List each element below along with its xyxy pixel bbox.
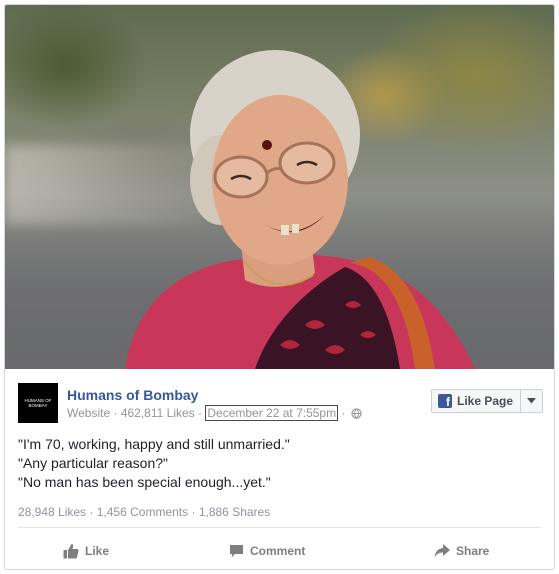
facebook-post-card: HUMANS OF BOMBAY Humans of Bombay Websit… bbox=[4, 4, 555, 570]
post-text-line: "I'm 70, working, happy and still unmarr… bbox=[18, 436, 290, 452]
post-text-line: "Any particular reason?" bbox=[18, 455, 169, 471]
post-photo[interactable] bbox=[5, 5, 554, 369]
comment-button-label: Comment bbox=[250, 544, 306, 558]
post-meta: Website · 462,811 Likes · December 22 at… bbox=[67, 405, 362, 422]
post-header: HUMANS OF BOMBAY Humans of Bombay Websit… bbox=[5, 369, 554, 429]
comment-button[interactable]: Comment bbox=[229, 538, 305, 564]
stats-separator: · bbox=[89, 505, 94, 519]
chevron-down-icon bbox=[527, 398, 536, 404]
page-category: Website bbox=[67, 406, 111, 420]
share-button-label: Share bbox=[456, 544, 490, 558]
meta-separator: · bbox=[113, 406, 118, 420]
like-page-button[interactable]: f Like Page bbox=[432, 390, 520, 412]
post-stats: 28,948 Likes · 1,456 Comments · 1,886 Sh… bbox=[18, 505, 270, 519]
woman-portrait-illustration bbox=[125, 50, 475, 369]
share-count-link[interactable]: 1,886 Shares bbox=[199, 505, 270, 519]
divider bbox=[18, 527, 541, 528]
page-likes-count: 462,811 Likes bbox=[120, 406, 195, 420]
like-button-label: Like bbox=[85, 544, 110, 558]
meta-separator: · bbox=[341, 406, 346, 420]
facebook-logo-icon: f bbox=[438, 394, 452, 408]
post-message: "I'm 70, working, happy and still unmarr… bbox=[18, 435, 538, 492]
share-arrow-icon bbox=[434, 544, 450, 558]
post-action-bar: Like Comment Share bbox=[5, 535, 554, 567]
reaction-count-link[interactable]: 28,948 Likes bbox=[18, 505, 86, 519]
meta-separator: · bbox=[198, 406, 203, 420]
post-text-line: "No man has been special enough...yet." bbox=[18, 474, 271, 490]
page-avatar[interactable]: HUMANS OF BOMBAY bbox=[18, 383, 58, 423]
globe-icon bbox=[351, 408, 362, 422]
thumbs-up-icon bbox=[63, 544, 79, 559]
like-page-button-group: f Like Page bbox=[431, 389, 543, 413]
like-page-dropdown-button[interactable] bbox=[520, 390, 542, 412]
share-button[interactable]: Share bbox=[434, 538, 489, 564]
like-page-label: Like Page bbox=[457, 394, 514, 408]
stats-separator: · bbox=[191, 505, 196, 519]
comment-count-link[interactable]: 1,456 Comments bbox=[97, 505, 188, 519]
page-name-link[interactable]: Humans of Bombay bbox=[67, 387, 198, 403]
avatar-text: HUMANS OF BOMBAY bbox=[24, 398, 52, 408]
like-button[interactable]: Like bbox=[63, 538, 109, 564]
comment-icon bbox=[230, 545, 243, 557]
post-timestamp-link[interactable]: December 22 at 7:55pm bbox=[205, 405, 339, 421]
